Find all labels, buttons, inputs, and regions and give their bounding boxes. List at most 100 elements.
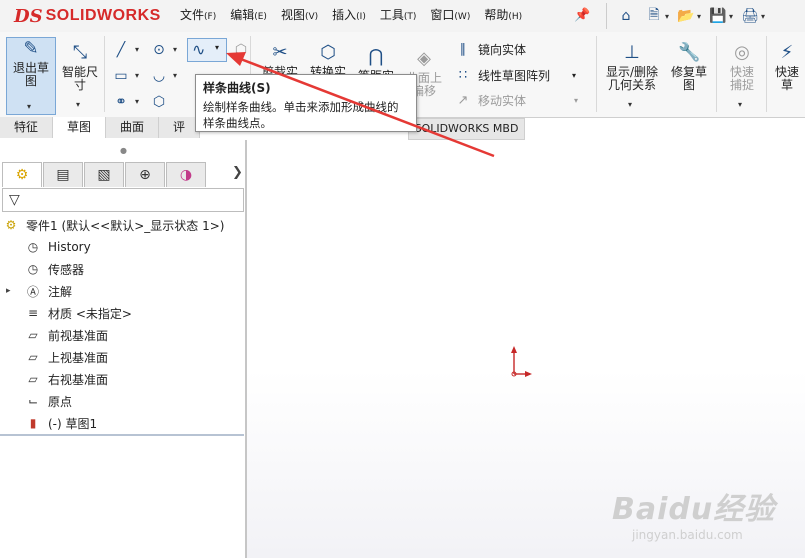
show-relations-label: 显示/删除几何关系 bbox=[605, 65, 659, 92]
baidu-watermark: Baidu经验 jingyan.baidu.com bbox=[612, 484, 792, 544]
chevron-down-icon[interactable]: ▾ bbox=[135, 97, 139, 106]
display-manager-tab-icon[interactable]: ◑ bbox=[166, 162, 206, 187]
chevron-down-icon[interactable]: ▾ bbox=[135, 71, 139, 80]
save-icon[interactable]: 💾 bbox=[707, 5, 729, 27]
tree-item-right-plane[interactable]: ▱ 右视基准面 bbox=[24, 369, 108, 389]
polygon-hex-icon[interactable]: ⬡ bbox=[148, 92, 170, 112]
chevron-down-icon[interactable]: ▾ bbox=[665, 12, 669, 21]
title-bar: DS SOLIDWORKS 文件(F) 编辑(E) 视图(V) 插入(I) 工具… bbox=[0, 0, 805, 33]
origin-icon: ⌙ bbox=[27, 394, 39, 408]
annotation-icon: Ⓐ bbox=[26, 284, 39, 299]
spline-button[interactable]: ∿ ▾ bbox=[187, 38, 227, 62]
smart-dimension-button[interactable]: ⤡ 智能尺寸 ▾ bbox=[58, 42, 102, 109]
exit-sketch-label: 退出草图 bbox=[12, 61, 49, 88]
filter-bar[interactable]: ▽ bbox=[2, 188, 244, 212]
tooltip-description: 绘制样条曲线。单击来添加形成曲线的样条曲线点。 bbox=[203, 100, 399, 130]
menu-window[interactable]: 窗口(W) bbox=[430, 6, 470, 26]
chevron-down-icon[interactable]: ▾ bbox=[738, 98, 742, 111]
feature-manager-tab-icon[interactable]: ⚙ bbox=[2, 162, 42, 187]
chevron-down-icon[interactable]: ▾ bbox=[27, 100, 31, 113]
menu-view[interactable]: 视图(V) bbox=[281, 6, 318, 26]
tab-surfaces[interactable]: 曲面 bbox=[106, 117, 160, 138]
chevron-down-icon[interactable]: ▾ bbox=[135, 45, 139, 54]
menu-tools[interactable]: 工具(T) bbox=[380, 6, 417, 26]
line-icon[interactable]: ╱ bbox=[110, 40, 132, 60]
chevron-down-icon[interactable]: ▾ bbox=[76, 98, 80, 111]
move-entities-button[interactable]: ↗ 移动实体 ▾ bbox=[454, 92, 578, 109]
chevron-down-icon[interactable]: ▾ bbox=[173, 71, 177, 80]
chevron-down-icon[interactable]: ▾ bbox=[729, 12, 733, 21]
tree-item-origin[interactable]: ⌙ 原点 bbox=[24, 391, 72, 411]
manager-tabs: ⚙ ▤ ▧ ⊕ ◑ bbox=[2, 162, 207, 187]
chevron-right-icon[interactable]: ❯ bbox=[232, 165, 243, 180]
chevron-down-icon[interactable]: ▾ bbox=[761, 12, 765, 21]
filter-icon[interactable]: ▽ bbox=[9, 192, 20, 208]
ribbon-divider bbox=[596, 36, 597, 112]
menu-bar: 文件(F) 编辑(E) 视图(V) 插入(I) 工具(T) 窗口(W) 帮助(H… bbox=[180, 6, 536, 26]
linear-pattern-label: 线性草图阵列 bbox=[478, 69, 551, 83]
tree-root-part[interactable]: ⚙ 零件1 (默认<<默认>_显示状态 1>) bbox=[2, 215, 225, 235]
tree-root-label: 零件1 (默认<<默认>_显示状态 1>) bbox=[26, 218, 225, 233]
tree-item-label: 原点 bbox=[48, 394, 73, 409]
tree-item-label: 注解 bbox=[48, 284, 73, 299]
smart-dimension-icon: ⤡ bbox=[72, 42, 88, 63]
chevron-down-icon[interactable]: ▾ bbox=[173, 45, 177, 54]
configuration-manager-tab-icon[interactable]: ▧ bbox=[84, 162, 124, 187]
rapid-sketch-button[interactable]: ⚡ 快速草 bbox=[770, 42, 804, 92]
tree-item-annotations[interactable]: ▸ Ⓐ 注解 bbox=[6, 281, 72, 301]
rectangle-icon[interactable]: ▭ bbox=[110, 66, 132, 86]
move-label: 移动实体 bbox=[478, 94, 527, 108]
expand-arrow-icon[interactable]: ▸ bbox=[6, 286, 16, 296]
ds-logo-mark: DS bbox=[14, 5, 43, 27]
rapid-sketch-label: 快速草 bbox=[774, 65, 799, 92]
chevron-down-icon[interactable]: ▾ bbox=[572, 71, 576, 80]
repair-sketch-label: 修复草图 bbox=[670, 65, 707, 92]
part-icon: ⚙ bbox=[5, 218, 17, 232]
rollback-bar[interactable] bbox=[0, 434, 244, 436]
exit-sketch-button[interactable]: ✎ 退出草图 ▾ bbox=[6, 37, 56, 115]
tab-solidworks-mbd[interactable]: SOLIDWORKS MBD bbox=[408, 118, 525, 140]
arc-icon[interactable]: ◡ bbox=[148, 66, 170, 86]
solidworks-logo[interactable]: DS SOLIDWORKS bbox=[14, 4, 160, 28]
print-icon[interactable]: 🖨 bbox=[739, 5, 761, 27]
new-document-icon[interactable]: 🗎 bbox=[643, 5, 665, 27]
chevron-down-icon[interactable]: ▾ bbox=[697, 12, 701, 21]
tree-item-history[interactable]: ◷ History bbox=[24, 237, 91, 257]
tree-item-sketch1[interactable]: ▮ (-) 草图1 bbox=[24, 413, 97, 433]
tree-item-material[interactable]: ≡ 材质 <未指定> bbox=[24, 303, 132, 323]
repair-sketch-button[interactable]: 🔧 修复草图 bbox=[666, 42, 712, 92]
menu-edit[interactable]: 编辑(E) bbox=[230, 6, 267, 26]
open-folder-icon[interactable]: 📂 bbox=[675, 5, 697, 27]
quick-snaps-button[interactable]: ◎ 快速捕捉 ▾ bbox=[720, 42, 764, 109]
dimxpert-tab-icon[interactable]: ⊕ bbox=[125, 162, 165, 187]
menu-insert[interactable]: 插入(I) bbox=[332, 6, 366, 26]
quick-snap-label: 快速捕捉 bbox=[729, 65, 754, 92]
tooltip-title: 样条曲线(S) bbox=[203, 81, 271, 95]
offset-icon: ⋂ bbox=[368, 46, 384, 67]
home-icon[interactable]: ⌂ bbox=[615, 5, 637, 27]
tree-item-front-plane[interactable]: ▱ 前视基准面 bbox=[24, 325, 108, 345]
history-icon: ◷ bbox=[27, 240, 39, 254]
chevron-down-icon[interactable]: ▾ bbox=[215, 43, 219, 52]
menu-help[interactable]: 帮助(H) bbox=[484, 6, 522, 26]
circle-icon[interactable]: ⊙ bbox=[148, 40, 170, 60]
chevron-down-icon[interactable]: ▾ bbox=[628, 98, 632, 111]
smart-dimension-label: 智能尺寸 bbox=[61, 65, 98, 92]
mirror-entities-button[interactable]: ∥ 镜向实体 bbox=[454, 41, 526, 58]
pin-menu-icon[interactable]: 📌 bbox=[574, 8, 590, 23]
polygon-icon[interactable]: ⬡ bbox=[230, 40, 252, 60]
panel-grip-icon[interactable]: ● bbox=[120, 146, 127, 155]
tree-item-top-plane[interactable]: ▱ 上视基准面 bbox=[24, 347, 108, 367]
tab-evaluate[interactable]: 评 bbox=[159, 117, 201, 138]
show-relations-button[interactable]: ⊥ 显示/删除几何关系 ▾ bbox=[602, 42, 662, 109]
tree-item-sensors[interactable]: ◷ 传感器 bbox=[24, 259, 84, 279]
sensor-icon: ◷ bbox=[27, 262, 39, 276]
chevron-down-icon[interactable]: ▾ bbox=[574, 96, 578, 105]
menu-file[interactable]: 文件(F) bbox=[180, 6, 216, 26]
tab-sketch[interactable]: 草图 bbox=[53, 117, 107, 138]
property-manager-tab-icon[interactable]: ▤ bbox=[43, 162, 83, 187]
slot-icon[interactable]: ⚭ bbox=[110, 92, 132, 112]
tab-features[interactable]: 特征 bbox=[0, 117, 54, 138]
linear-pattern-button[interactable]: ∷ 线性草图阵列 ▾ bbox=[454, 67, 576, 84]
ribbon-divider bbox=[766, 36, 767, 112]
